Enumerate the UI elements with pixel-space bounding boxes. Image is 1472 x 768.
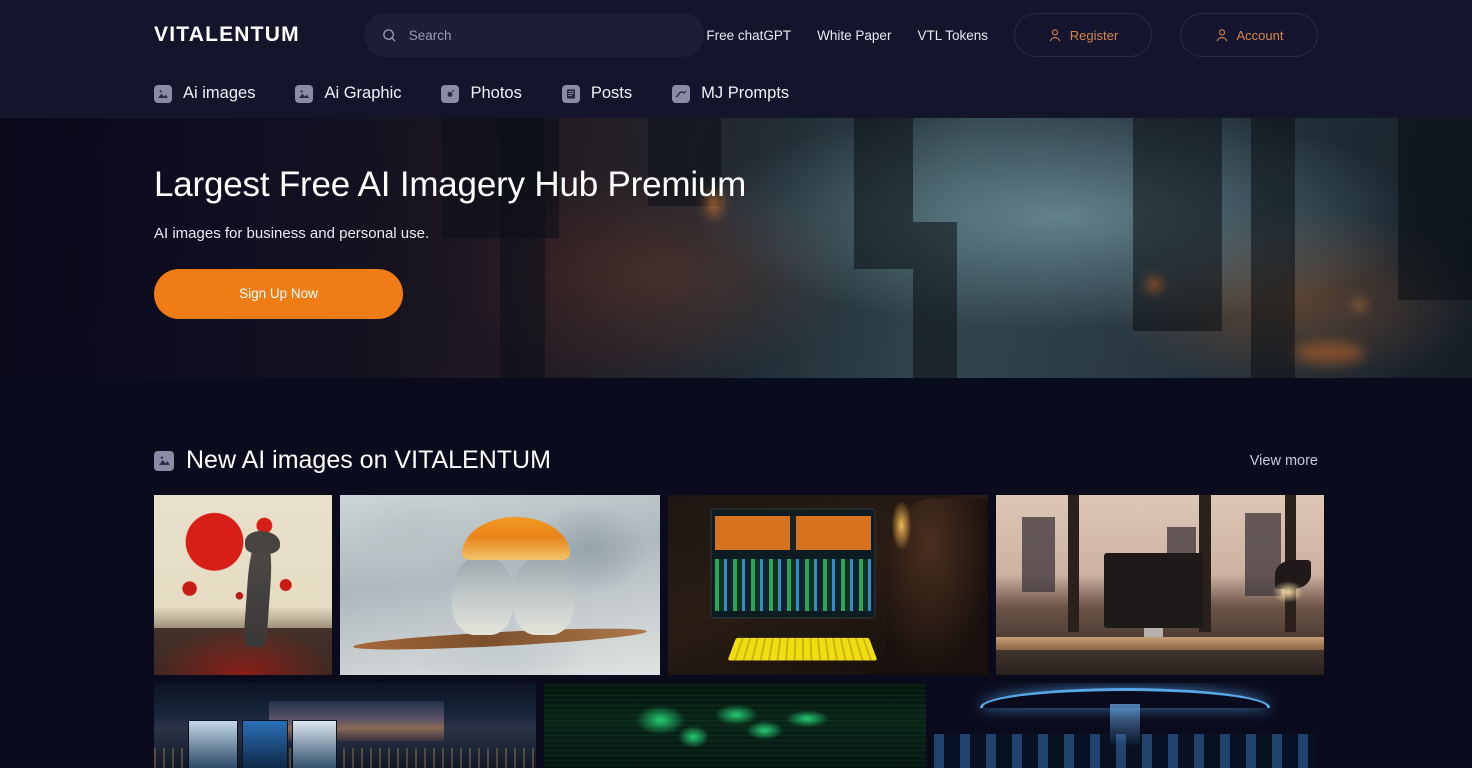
- hero-title: Largest Free AI Imagery Hub Premium: [154, 165, 747, 204]
- register-label: Register: [1069, 27, 1119, 43]
- register-button[interactable]: Register: [1014, 13, 1152, 57]
- site-logo[interactable]: VITALENTUM: [154, 23, 300, 47]
- sign-up-button[interactable]: Sign Up Now: [154, 268, 403, 319]
- search-icon: [382, 28, 397, 43]
- nav-item-label: Ai images: [183, 84, 256, 102]
- search-input[interactable]: Search: [363, 13, 704, 57]
- thumbnail-image: [154, 495, 332, 675]
- nav-item-ai-graphic[interactable]: Ai Graphic: [295, 84, 401, 103]
- account-label: Account: [1236, 27, 1284, 43]
- section-header: New AI images on VITALENTUM View more: [154, 378, 1318, 495]
- gallery-row: [154, 683, 1318, 768]
- hero-subtitle: AI images for business and personal use.: [154, 224, 430, 242]
- camera-icon: [441, 84, 460, 103]
- gallery-row: [154, 495, 1324, 675]
- nav-link-free-chatgpt[interactable]: Free chatGPT: [706, 28, 791, 43]
- user-icon: [1215, 28, 1229, 42]
- nav-link-vtl-tokens[interactable]: VTL Tokens: [917, 28, 988, 43]
- account-button[interactable]: Account: [1180, 13, 1318, 57]
- gallery-item[interactable]: [340, 495, 660, 675]
- thumbnail-image: [154, 683, 536, 768]
- image-icon: [154, 84, 172, 103]
- nav-item-label: Photos: [470, 84, 522, 102]
- gallery-item[interactable]: [154, 495, 332, 675]
- document-icon: [561, 84, 580, 103]
- thumbnail-image: [996, 495, 1324, 675]
- header-nav: Free chatGPT White Paper VTL Tokens Regi…: [706, 13, 1318, 57]
- thumbnail-image: [544, 683, 926, 768]
- thumbnail-image: [340, 495, 660, 675]
- nav-item-posts[interactable]: Posts: [561, 84, 633, 103]
- category-nav: Ai images Ai Graphic Photos Posts MJ Pro…: [0, 70, 1472, 118]
- site-header: VITALENTUM Search Free chatGPT White Pap…: [0, 0, 1472, 70]
- image-icon: [154, 450, 174, 471]
- hero-banner: Largest Free AI Imagery Hub Premium AI i…: [0, 118, 1472, 378]
- view-more-link[interactable]: View more: [1250, 453, 1318, 469]
- nav-item-label: Ai Graphic: [324, 84, 402, 102]
- gallery-item[interactable]: [934, 683, 1316, 768]
- nav-item-photos[interactable]: Photos: [441, 84, 522, 103]
- gallery-item[interactable]: [544, 683, 926, 768]
- image-icon: [295, 84, 314, 103]
- gallery-item[interactable]: [668, 495, 988, 675]
- nav-item-label: Posts: [590, 84, 633, 102]
- nav-item-ai-images[interactable]: Ai images: [154, 84, 255, 103]
- new-ai-images-section: New AI images on VITALENTUM View more: [0, 378, 1472, 768]
- page-title: New AI images on VITALENTUM: [186, 446, 551, 474]
- user-icon: [1048, 28, 1062, 42]
- nav-item-label: MJ Prompts: [701, 84, 790, 102]
- gallery-item[interactable]: [154, 683, 536, 768]
- thumbnail-image: [934, 683, 1316, 768]
- nav-item-mj-prompts[interactable]: MJ Prompts: [672, 84, 789, 103]
- chart-line-icon: [672, 84, 691, 103]
- thumbnail-image: [668, 495, 988, 675]
- nav-link-white-paper[interactable]: White Paper: [817, 28, 891, 43]
- gallery-item[interactable]: [996, 495, 1324, 675]
- search-placeholder: Search: [408, 27, 452, 43]
